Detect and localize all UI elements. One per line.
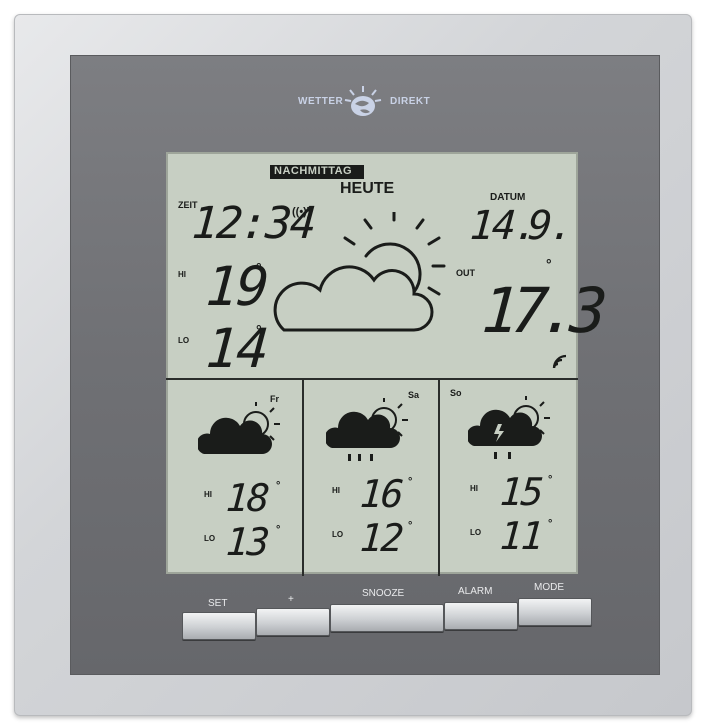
brand-right-text: DIREKT xyxy=(390,96,431,107)
out-degree: ° xyxy=(546,256,552,272)
forecast-lo-label: LO xyxy=(470,528,482,537)
date-label: DATUM xyxy=(490,192,526,203)
forecast-hi-value: 18 xyxy=(224,476,270,520)
forecast-hi-label: HI xyxy=(332,486,340,495)
forecast-day-label: So xyxy=(450,388,462,398)
snooze-button-label: SNOOZE xyxy=(362,588,405,599)
forecast-lo-value: 13 xyxy=(224,520,270,564)
forecast-hi-value: 15 xyxy=(498,470,544,514)
forecast-hi-value: 16 xyxy=(358,472,404,516)
forecast-lo-degree: ° xyxy=(276,524,281,536)
hi-label: HI xyxy=(178,270,186,279)
forecast-lo-degree: ° xyxy=(408,520,413,532)
lcd-screen: NACHMITTAG HEUTE ZEIT 12:34 ((•)) DATUM … xyxy=(166,152,602,576)
forecast-day-1: Fr HI 18 ° LO 13 ° xyxy=(166,380,302,576)
out-label: OUT xyxy=(456,268,475,278)
outdoor-sensor-signal-icon xyxy=(552,354,567,369)
alarm-button[interactable] xyxy=(444,602,518,630)
mode-button-label: MODE xyxy=(534,582,564,593)
lo-degree: ° xyxy=(256,322,262,338)
forecast-lo-label: LO xyxy=(332,530,344,539)
snooze-button[interactable] xyxy=(330,604,444,632)
forecast-lo-label: LO xyxy=(204,534,216,543)
forecast-day-3: So HI 15 ° LO 11 ° xyxy=(438,380,580,576)
forecast-hi-label: HI xyxy=(204,490,212,499)
forecast-lo-value: 12 xyxy=(358,516,404,560)
forecast-hi-label: HI xyxy=(470,484,478,493)
plus-button[interactable] xyxy=(256,608,330,636)
forecast-hi-degree: ° xyxy=(276,480,281,492)
period-label: NACHMITTAG xyxy=(274,165,353,177)
forecast-hi-degree: ° xyxy=(548,474,553,486)
set-button[interactable] xyxy=(182,612,256,640)
rain-cloud-sun-icon xyxy=(326,398,408,461)
lcd-today-section: NACHMITTAG HEUTE ZEIT 12:34 ((•)) DATUM … xyxy=(166,152,602,380)
lcd-forecast-section: Fr HI 18 ° LO 13 ° Sa HI 16 ° LO 12 ° So… xyxy=(166,378,578,576)
forecast-lo-degree: ° xyxy=(548,518,553,530)
sun-behind-cloud-icon xyxy=(273,212,446,332)
dark-cloud-sun-icon xyxy=(198,402,280,454)
mode-button[interactable] xyxy=(518,598,592,626)
day-label: HEUTE xyxy=(340,180,395,197)
brand-left-text: WETTER xyxy=(298,96,344,107)
button-row: SET + SNOOZE ALARM MODE xyxy=(182,582,592,642)
set-button-label: SET xyxy=(208,598,228,609)
out-temp-value: 17.3 xyxy=(479,274,602,347)
brand-logo: WETTER DIREKT xyxy=(298,84,438,120)
forecast-hi-degree: ° xyxy=(408,476,413,488)
globe-sun-icon xyxy=(344,86,382,116)
forecast-day-2: Sa HI 16 ° LO 12 ° xyxy=(302,380,440,576)
hi-degree: ° xyxy=(256,260,262,276)
thunder-rain-cloud-sun-icon xyxy=(468,396,550,459)
plus-button-label: + xyxy=(288,594,294,605)
lo-label: LO xyxy=(178,336,190,345)
forecast-lo-value: 11 xyxy=(498,514,544,558)
alarm-button-label: ALARM xyxy=(458,586,493,597)
date-month: 9. xyxy=(526,203,574,249)
